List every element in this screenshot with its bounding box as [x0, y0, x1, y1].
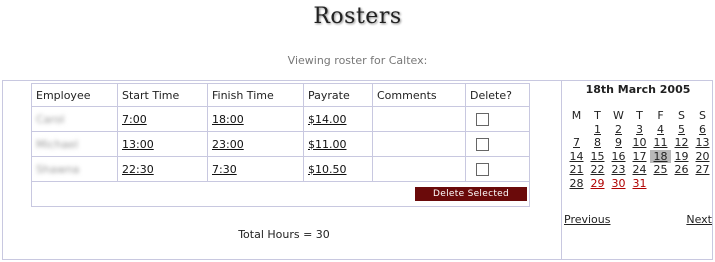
table-footer-row: Delete Selected — [31, 181, 530, 207]
calendar: 18th March 2005 M T W T F S S 1 2 3 4 5 6 7 8 9 10 11 12 13… — [562, 81, 714, 226]
calendar-day[interactable]: 6 — [692, 123, 713, 137]
calendar-week: 14 15 16 17 18 19 20 — [566, 149, 713, 164]
calendar-week: 7 8 9 10 11 12 13 — [566, 136, 713, 150]
calendar-day[interactable]: 2 — [608, 123, 629, 137]
table-row: Michael 13:00 23:00 $11.00 — [31, 131, 530, 157]
weekday-header-row: MTWTFSS — [566, 109, 713, 123]
calendar-day[interactable]: 24 — [629, 163, 650, 177]
start-time-link[interactable]: 7:00 — [122, 113, 147, 126]
page-title: Rosters — [313, 4, 402, 29]
calendar-day[interactable]: 23 — [608, 163, 629, 177]
calendar-day[interactable]: 15 — [587, 150, 608, 164]
total-hours: Total Hours = 30 — [238, 228, 330, 241]
calendar-day[interactable]: 26 — [671, 163, 692, 177]
employee-name[interactable]: Shawna — [36, 163, 79, 176]
calendar-empty-cell — [671, 177, 692, 191]
weekday-header: T — [594, 109, 601, 123]
calendar-day[interactable]: 12 — [671, 136, 692, 150]
calendar-day[interactable]: 28 — [566, 177, 587, 191]
calendar-grid: M T W T F S S 1 2 3 4 5 6 7 8 9 10 11 12 13 14 15 16 17 18 19 20 21… — [566, 109, 713, 190]
finish-time-link[interactable]: 23:00 — [212, 138, 244, 151]
roster-panel: Employee Start Time Finish Time Payrate … — [2, 80, 713, 260]
payrate-link[interactable]: $14.00 — [308, 113, 347, 126]
weekday-header: S — [699, 109, 706, 123]
calendar-empty-cell — [650, 177, 671, 191]
calendar-week: 21 22 23 24 25 26 27 — [566, 163, 713, 177]
employee-name[interactable]: Carol — [36, 113, 65, 126]
col-delete: Delete? — [465, 83, 530, 107]
calendar-empty-cell — [566, 123, 587, 137]
delete-checkbox[interactable] — [476, 137, 489, 151]
calendar-day[interactable]: 1 — [587, 123, 608, 137]
employee-name[interactable]: Michael — [36, 138, 78, 151]
calendar-day[interactable]: 3 — [629, 123, 650, 137]
calendar-day[interactable]: 21 — [566, 163, 587, 177]
roster-pane: Employee Start Time Finish Time Payrate … — [3, 81, 562, 259]
calendar-day[interactable]: 31 — [629, 177, 650, 191]
calendar-day[interactable]: 27 — [692, 163, 713, 177]
payrate-link[interactable]: $11.00 — [308, 138, 347, 151]
delete-checkbox[interactable] — [476, 162, 489, 176]
col-payrate: Payrate — [303, 83, 373, 107]
payrate-link[interactable]: $10.50 — [308, 163, 347, 176]
table-row: Carol 7:00 18:00 $14.00 — [31, 106, 530, 132]
calendar-day[interactable]: 20 — [692, 150, 713, 164]
delete-checkbox[interactable] — [476, 112, 489, 126]
weekday-header: S — [678, 109, 685, 123]
calendar-day[interactable]: 11 — [650, 136, 671, 150]
finish-time-link[interactable]: 7:30 — [212, 163, 237, 176]
col-start-time: Start Time — [117, 83, 208, 107]
calendar-day[interactable]: 30 — [608, 177, 629, 191]
start-time-link[interactable]: 22:30 — [122, 163, 154, 176]
calendar-day[interactable]: 13 — [692, 136, 713, 150]
calendar-week: 28 29 30 31 — [566, 177, 713, 191]
calendar-day[interactable]: 4 — [650, 123, 671, 137]
calendar-day[interactable]: 19 — [671, 150, 692, 164]
calendar-day[interactable]: 9 — [608, 136, 629, 150]
comments-cell — [372, 131, 466, 157]
weekday-header: M — [571, 109, 582, 123]
comments-cell — [372, 106, 466, 132]
calendar-day[interactable]: 25 — [650, 163, 671, 177]
calendar-day[interactable]: 5 — [671, 123, 692, 137]
calendar-day[interactable]: 8 — [587, 136, 608, 150]
weekday-header: F — [657, 109, 664, 123]
calendar-day[interactable]: 17 — [629, 150, 650, 164]
table-row: Shawna 22:30 7:30 $10.50 — [31, 156, 530, 182]
roster-subtitle: Viewing roster for Caltex: — [287, 54, 428, 67]
calendar-day[interactable]: 7 — [566, 136, 587, 150]
finish-time-link[interactable]: 18:00 — [212, 113, 244, 126]
comments-cell — [372, 156, 466, 182]
calendar-day[interactable]: 29 — [587, 177, 608, 191]
calendar-day[interactable]: 18 — [650, 149, 671, 163]
weekday-header: T — [636, 109, 643, 123]
col-comments: Comments — [372, 83, 466, 107]
roster-header-row: Employee Start Time Finish Time Payrate … — [31, 83, 530, 107]
calendar-day[interactable]: 10 — [629, 136, 650, 150]
weekday-header: W — [613, 109, 624, 123]
roster-table: Employee Start Time Finish Time Payrate … — [31, 83, 530, 207]
next-month-link[interactable]: Next — [686, 213, 712, 226]
calendar-title: 18th March 2005 — [585, 83, 691, 96]
delete-selected-button[interactable]: Delete Selected — [415, 187, 527, 201]
col-employee: Employee — [31, 83, 118, 107]
start-time-link[interactable]: 13:00 — [122, 138, 154, 151]
calendar-day[interactable]: 22 — [587, 163, 608, 177]
calendar-day[interactable]: 14 — [566, 150, 587, 164]
previous-month-link[interactable]: Previous — [564, 213, 611, 226]
col-finish-time: Finish Time — [207, 83, 304, 107]
calendar-empty-cell — [692, 177, 713, 191]
calendar-week: 123456 — [566, 123, 713, 137]
calendar-day[interactable]: 16 — [608, 150, 629, 164]
